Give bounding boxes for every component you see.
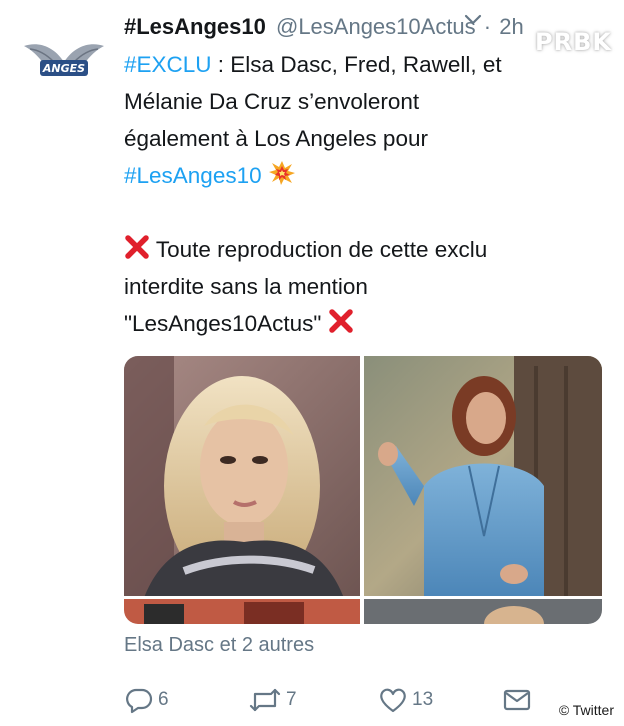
tweet-text-line7: "LesAnges10Actus" <box>124 311 328 336</box>
retweet-count: 7 <box>286 689 297 710</box>
user-handle[interactable]: @LesAnges10Actus <box>276 14 476 39</box>
tweet-actions: 6 7 13 <box>124 682 544 718</box>
tweet-line-7: "LesAnges10Actus" <box>124 305 610 342</box>
tweet-text-line3: également à Los Angeles pour <box>124 126 428 151</box>
avatar-text: ANGES <box>42 62 85 75</box>
retweet-icon <box>249 688 281 712</box>
cross-mark-icon <box>125 235 149 259</box>
timestamp[interactable]: 2h <box>499 14 523 39</box>
hashtag-lesanges10-link[interactable]: #LesAnges10 <box>124 163 262 188</box>
cross-mark-icon <box>328 309 353 333</box>
display-name[interactable]: #LesAnges10 <box>124 14 266 39</box>
tweet-text-line6: interdite sans la mention <box>124 274 368 299</box>
media-photos <box>124 356 602 624</box>
retweet-button[interactable]: 7 <box>248 682 297 718</box>
like-count: 13 <box>412 689 434 710</box>
collision-icon <box>268 161 295 185</box>
reply-icon <box>126 688 153 714</box>
chevron-down-icon[interactable] <box>462 8 484 30</box>
separator: · <box>483 14 492 39</box>
like-button[interactable]: 13 <box>378 682 433 718</box>
angels-logo: ANGES <box>24 44 104 76</box>
photo-melanie[interactable] <box>364 356 602 624</box>
media-caption[interactable]: Elsa Dasc et 2 autres <box>124 634 314 657</box>
reply-count: 6 <box>158 689 169 710</box>
avatar[interactable]: ANGES <box>22 40 106 80</box>
tweet-text: #EXCLU : Elsa Dasc, Fred, Rawell, et Mél… <box>124 46 610 342</box>
copyright-credit: © Twitter <box>558 702 614 718</box>
envelope-icon <box>503 689 531 711</box>
reply-button[interactable]: 6 <box>124 682 169 718</box>
photo-elsa[interactable] <box>124 356 360 624</box>
tweet-text-line5: Toute reproduction de cette exclu <box>150 237 488 262</box>
tweet-text-line2: Mélanie Da Cruz s’envoleront <box>124 89 420 114</box>
hashtag-exclu-link[interactable]: #EXCLU <box>124 52 212 77</box>
tweet-line-1: #EXCLU : Elsa Dasc, Fred, Rawell, et <box>124 46 610 83</box>
tweet-line-4: #LesAnges10 <box>124 157 610 194</box>
tweet-text-line1: : Elsa Dasc, Fred, Rawell, et <box>211 52 502 77</box>
tweet-line-5: Toute reproduction de cette exclu <box>124 231 610 268</box>
media-grid[interactable] <box>124 356 602 624</box>
direct-message-button[interactable] <box>502 682 532 718</box>
heart-icon <box>380 688 406 713</box>
